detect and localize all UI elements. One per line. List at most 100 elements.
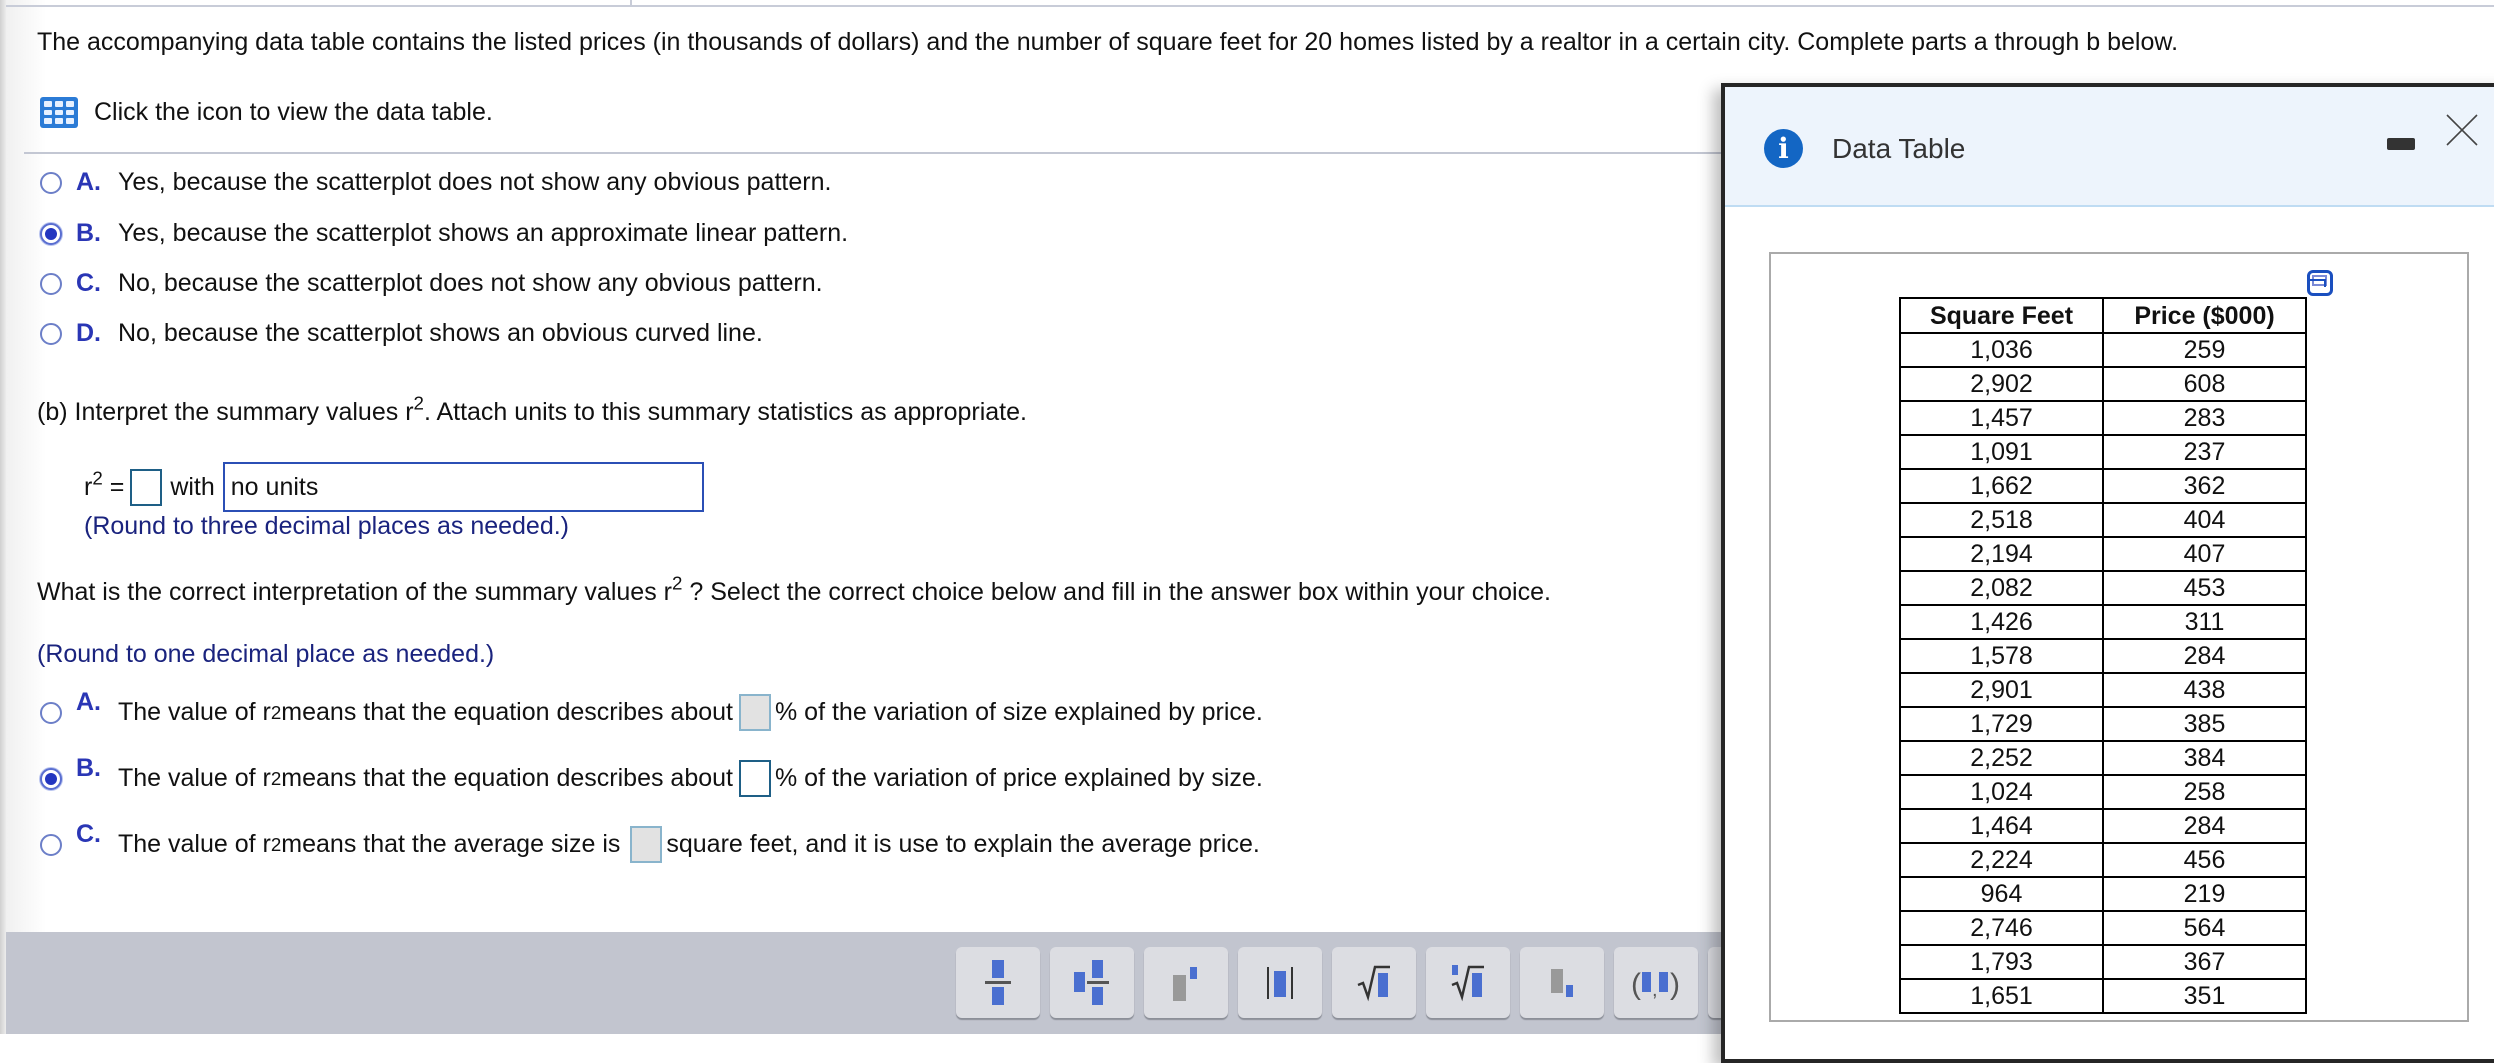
price-cell: 283 bbox=[2102, 400, 2307, 436]
square-feet-cell: 1,457 bbox=[1899, 400, 2104, 436]
left-shade bbox=[6, 0, 46, 1034]
part-b-choice-c[interactable]: C. The value of r2 means that the averag… bbox=[40, 820, 1260, 863]
subscript-icon bbox=[1551, 968, 1573, 997]
part-b-choice-b[interactable]: B. The value of r2 means that the equati… bbox=[40, 754, 1263, 797]
square-feet-cell: 2,194 bbox=[1899, 536, 2104, 572]
ordered-pair-button[interactable]: (,) bbox=[1614, 947, 1698, 1018]
table-row: 1,578 284 bbox=[1899, 638, 2307, 674]
fraction-icon bbox=[985, 959, 1011, 1005]
option-text: Yes, because the scatterplot shows an ap… bbox=[118, 219, 849, 247]
with-label: with bbox=[170, 472, 215, 501]
column-header-price: Price ($000) bbox=[2102, 297, 2307, 334]
close-icon[interactable] bbox=[2445, 113, 2479, 147]
r-squared-input[interactable] bbox=[130, 468, 163, 506]
price-cell: 456 bbox=[2102, 842, 2307, 878]
interpretation-question: What is the correct interpretation of th… bbox=[37, 572, 1551, 606]
r-squared-row: r2 = with no units bbox=[84, 462, 704, 512]
minimize-icon[interactable] bbox=[2387, 138, 2415, 150]
square-feet-cell: 1,036 bbox=[1899, 332, 2104, 368]
square-feet-cell: 1,091 bbox=[1899, 434, 2104, 470]
option-text: Yes, because the scatterplot does not sh… bbox=[118, 168, 832, 196]
question-intro: The accompanying data table contains the… bbox=[37, 28, 2179, 56]
square-feet-cell: 2,252 bbox=[1899, 740, 2104, 776]
price-cell: 453 bbox=[2102, 570, 2307, 606]
price-cell: 284 bbox=[2102, 638, 2307, 674]
table-row: 2,194 407 bbox=[1899, 536, 2307, 572]
square-feet-cell: 1,464 bbox=[1899, 808, 2104, 844]
option-text: No, because the scatterplot does not sho… bbox=[118, 269, 823, 297]
option-letter: D. bbox=[76, 319, 101, 347]
table-row: 1,651 351 bbox=[1899, 978, 2307, 1014]
radio-button-selected[interactable] bbox=[40, 767, 62, 790]
percent-input-b[interactable] bbox=[739, 760, 771, 797]
grid-table-icon[interactable] bbox=[40, 97, 78, 128]
price-cell: 258 bbox=[2102, 774, 2307, 810]
part-a-option-c[interactable]: C. No, because the scatterplot does not … bbox=[40, 269, 823, 298]
svg-text:,: , bbox=[1652, 979, 1658, 1001]
price-cell: 259 bbox=[2102, 332, 2307, 368]
svg-text:): ) bbox=[1670, 968, 1680, 1001]
square-root-button[interactable] bbox=[1332, 947, 1416, 1018]
ordered-pair-icon: (,) bbox=[1631, 968, 1680, 1001]
table-row: 1,464 284 bbox=[1899, 808, 2307, 844]
data-table: Square Feet Price ($000) 1,036 259 2,902 60… bbox=[1899, 297, 2307, 1014]
top-divider bbox=[6, 5, 2494, 7]
fraction-button[interactable] bbox=[956, 947, 1040, 1018]
square-root-icon bbox=[1357, 965, 1390, 1001]
table-row: 1,662 362 bbox=[1899, 468, 2307, 504]
view-data-table-link[interactable]: Click the icon to view the data table. bbox=[40, 97, 493, 128]
nth-root-icon bbox=[1451, 964, 1484, 1001]
radio-button[interactable] bbox=[40, 833, 62, 856]
part-a-option-a[interactable]: A. Yes, because the scatterplot does not… bbox=[40, 168, 831, 197]
radio-button[interactable] bbox=[40, 272, 62, 295]
math-toolbar: (,) bbox=[6, 932, 1792, 1034]
choice-letter: B. bbox=[76, 754, 101, 782]
price-cell: 362 bbox=[2102, 468, 2307, 504]
square-feet-cell: 1,729 bbox=[1899, 706, 2104, 742]
square-feet-cell: 1,024 bbox=[1899, 774, 2104, 810]
radio-button-selected[interactable] bbox=[40, 222, 62, 245]
absolute-value-button[interactable] bbox=[1238, 947, 1322, 1018]
radio-button[interactable] bbox=[40, 322, 62, 345]
price-cell: 385 bbox=[2102, 706, 2307, 742]
round-hint-three-decimals: (Round to three decimal places as needed… bbox=[84, 512, 570, 540]
exponent-icon bbox=[1173, 966, 1197, 1001]
square-feet-cell: 1,578 bbox=[1899, 638, 2104, 674]
price-cell: 404 bbox=[2102, 502, 2307, 538]
square-feet-cell: 1,651 bbox=[1899, 978, 2104, 1014]
column-header-square-feet: Square Feet bbox=[1899, 297, 2104, 334]
table-row: 2,746 564 bbox=[1899, 910, 2307, 946]
price-cell: 311 bbox=[2102, 604, 2307, 640]
table-row: 1,091 237 bbox=[1899, 434, 2307, 470]
copy-to-clipboard-icon[interactable] bbox=[2307, 270, 2333, 296]
table-row: 1,036 259 bbox=[1899, 332, 2307, 368]
price-cell: 237 bbox=[2102, 434, 2307, 470]
dialog-header: i Data Table bbox=[1725, 87, 2494, 207]
square-feet-cell: 1,793 bbox=[1899, 944, 2104, 980]
option-letter: A. bbox=[76, 168, 101, 196]
part-a-option-b[interactable]: B. Yes, because the scatterplot shows an… bbox=[40, 219, 848, 248]
option-letter: B. bbox=[76, 219, 101, 247]
average-size-input[interactable] bbox=[630, 826, 663, 863]
square-feet-cell: 1,426 bbox=[1899, 604, 2104, 640]
r-squared-label: r2 = bbox=[84, 467, 125, 501]
part-a-option-d[interactable]: D. No, because the scatterplot shows an … bbox=[40, 319, 763, 348]
option-text: No, because the scatterplot shows an obv… bbox=[118, 319, 763, 347]
part-b-choice-a[interactable]: A. The value of r2 means that the equati… bbox=[40, 688, 1263, 731]
radio-button[interactable] bbox=[40, 171, 62, 194]
absolute-value-icon bbox=[1267, 966, 1293, 999]
exponent-button[interactable] bbox=[1144, 947, 1228, 1018]
choice-letter: C. bbox=[76, 820, 101, 848]
price-cell: 384 bbox=[2102, 740, 2307, 776]
subscript-button[interactable] bbox=[1520, 947, 1604, 1018]
table-row: 2,224 456 bbox=[1899, 842, 2307, 878]
table-row: 1,024 258 bbox=[1899, 774, 2307, 810]
nth-root-button[interactable] bbox=[1426, 947, 1510, 1018]
percent-input-a[interactable] bbox=[739, 694, 771, 731]
price-cell: 438 bbox=[2102, 672, 2307, 708]
mixed-number-button[interactable] bbox=[1050, 947, 1134, 1018]
square-feet-cell: 2,901 bbox=[1899, 672, 2104, 708]
units-input[interactable]: no units bbox=[222, 462, 704, 512]
radio-button[interactable] bbox=[40, 701, 62, 724]
choice-text: The value of r2 means that the equation … bbox=[118, 694, 1263, 731]
